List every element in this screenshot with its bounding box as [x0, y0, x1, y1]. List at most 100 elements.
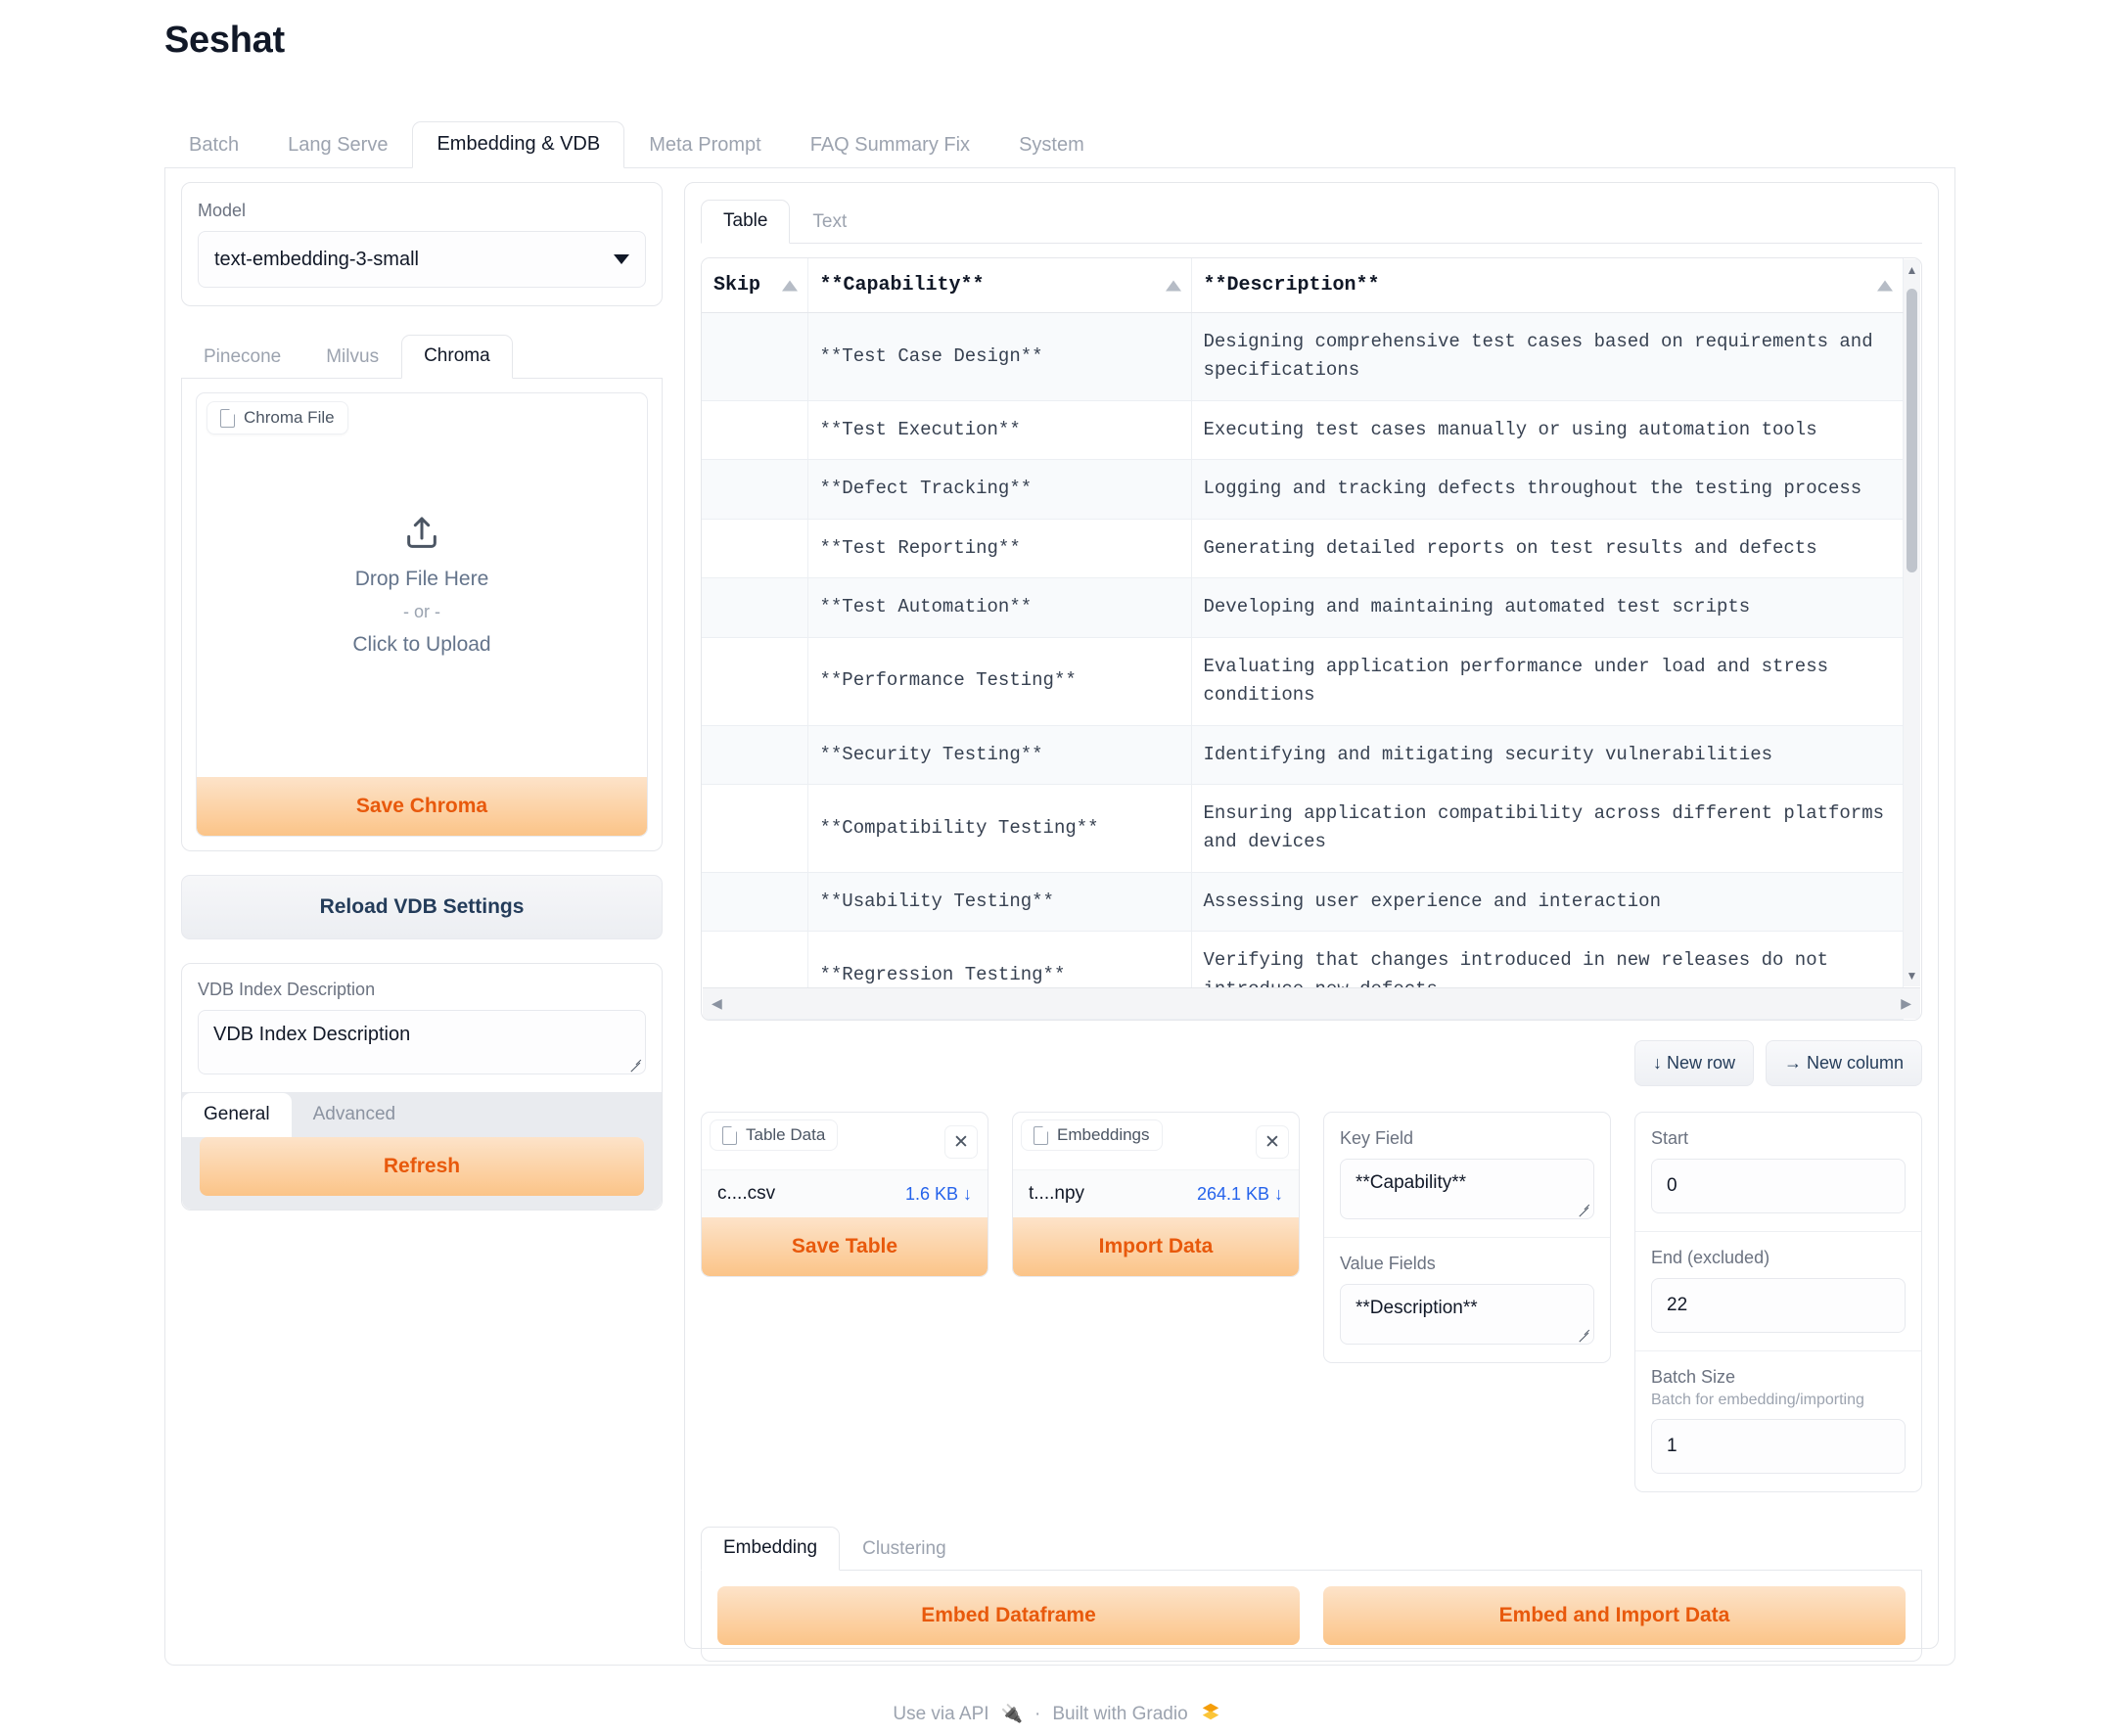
chroma-file-upload[interactable]: Chroma File Drop File Here - or - Click …	[196, 392, 648, 837]
table-horizontal-scrollbar[interactable]: ◀ ▶	[703, 987, 1920, 1020]
key-field-input[interactable]: **Capability**	[1340, 1159, 1594, 1220]
end-label: End (excluded)	[1651, 1248, 1770, 1268]
scroll-right-icon[interactable]: ▶	[1901, 995, 1911, 1012]
table-row[interactable]: **Test Execution** Executing test cases …	[702, 400, 1904, 461]
tab-text[interactable]: Text	[790, 201, 869, 244]
table-row[interactable]: **Compatibility Testing** Ensuring appli…	[702, 784, 1904, 873]
tab-embedding-vdb[interactable]: Embedding & VDB	[412, 121, 625, 168]
sort-ascending-icon[interactable]	[1165, 280, 1181, 291]
table-row[interactable]: **Defect Tracking** Logging and tracking…	[702, 459, 1904, 520]
table-vertical-scrollbar[interactable]: ▲ ▼	[1904, 259, 1920, 987]
column-header-capability[interactable]: **Capability**	[807, 258, 1192, 313]
table-data-close-button[interactable]: ✕	[944, 1125, 978, 1160]
click-to-upload-text[interactable]: Click to Upload	[352, 633, 490, 657]
scroll-up-icon[interactable]: ▲	[1907, 259, 1918, 281]
cell-capability[interactable]: **Security Testing**	[807, 725, 1192, 785]
refresh-button[interactable]: Refresh	[200, 1137, 644, 1196]
embeddings-close-button[interactable]: ✕	[1256, 1125, 1289, 1160]
import-data-button[interactable]: Import Data	[1013, 1217, 1299, 1277]
table-row[interactable]: **Test Automation** Developing and maint…	[702, 577, 1904, 638]
column-header-skip[interactable]: Skip	[702, 258, 808, 313]
value-fields-input[interactable]: **Description**	[1340, 1284, 1594, 1346]
embeddings-filesize[interactable]: 264.1 KB ↓	[1197, 1184, 1283, 1205]
reload-vdb-settings-button[interactable]: Reload VDB Settings	[181, 875, 663, 939]
cell-description[interactable]: Assessing user experience and interactio…	[1191, 872, 1904, 933]
cell-description[interactable]: Identifying and mitigating security vuln…	[1191, 725, 1904, 785]
tab-milvus[interactable]: Milvus	[303, 336, 401, 379]
table-data-filesize[interactable]: 1.6 KB ↓	[905, 1184, 972, 1205]
cell-skip[interactable]	[702, 725, 808, 785]
cell-skip[interactable]	[702, 400, 808, 461]
cell-capability[interactable]: **Usability Testing**	[807, 872, 1192, 933]
sort-ascending-icon[interactable]	[781, 280, 798, 291]
tab-chroma[interactable]: Chroma	[401, 335, 513, 379]
model-select[interactable]: text-embedding-3-small	[198, 231, 646, 288]
column-header-description[interactable]: **Description**	[1191, 258, 1904, 313]
table-body: **Test Case Design** Designing comprehen…	[702, 312, 1904, 1021]
bottom-section: Embedding Clustering Embed Dataframe Emb…	[701, 1526, 1922, 1663]
cell-skip[interactable]	[702, 637, 808, 726]
cell-description[interactable]: Logging and tracking defects throughout …	[1191, 459, 1904, 520]
tab-embedding[interactable]: Embedding	[701, 1527, 841, 1572]
scrollbar-thumb[interactable]	[1907, 289, 1917, 572]
cell-capability[interactable]: **Defect Tracking**	[807, 459, 1192, 520]
cell-capability[interactable]: **Compatibility Testing**	[807, 784, 1192, 873]
start-input[interactable]: 0	[1651, 1159, 1906, 1214]
embed-and-import-data-button[interactable]: Embed and Import Data	[1323, 1586, 1906, 1646]
cell-description[interactable]: Generating detailed reports on test resu…	[1191, 519, 1904, 579]
cell-skip[interactable]	[702, 459, 808, 520]
cell-skip[interactable]	[702, 519, 808, 579]
table-data-file-row[interactable]: c....csv 1.6 KB ↓	[702, 1169, 988, 1218]
cell-skip[interactable]	[702, 312, 808, 401]
batch-size-hint: Batch for embedding/importing	[1651, 1392, 1864, 1409]
cell-description[interactable]: Developing and maintaining automated tes…	[1191, 577, 1904, 638]
embeddings-file-row[interactable]: t....npy 264.1 KB ↓	[1013, 1169, 1299, 1218]
save-chroma-button[interactable]: Save Chroma	[197, 777, 647, 836]
tab-system[interactable]: System	[994, 122, 1109, 168]
new-column-button[interactable]: → New column	[1765, 1040, 1922, 1087]
built-with-gradio-link[interactable]: Built with Gradio	[1052, 1704, 1187, 1725]
cell-skip[interactable]	[702, 872, 808, 933]
tab-lang-serve[interactable]: Lang Serve	[263, 122, 412, 168]
cell-description[interactable]: Evaluating application performance under…	[1191, 637, 1904, 726]
sort-ascending-icon[interactable]	[1877, 280, 1893, 291]
tab-pinecone[interactable]: Pinecone	[181, 336, 303, 379]
cell-description[interactable]: Designing comprehensive test cases based…	[1191, 312, 1904, 401]
tab-table[interactable]: Table	[701, 200, 791, 244]
table-row[interactable]: **Test Reporting** Generating detailed r…	[702, 519, 1904, 579]
save-table-button[interactable]: Save Table	[702, 1217, 988, 1277]
cell-capability[interactable]: **Performance Testing**	[807, 637, 1192, 726]
cell-skip[interactable]	[702, 577, 808, 638]
table-row[interactable]: **Security Testing** Identifying and mit…	[702, 725, 1904, 785]
tab-clustering[interactable]: Clustering	[840, 1528, 969, 1571]
batch-size-label: Batch Size	[1651, 1367, 1736, 1388]
cell-capability[interactable]: **Test Case Design**	[807, 312, 1192, 401]
end-input[interactable]: 22	[1651, 1278, 1906, 1334]
vdb-index-description-input[interactable]: VDB Index Description	[198, 1010, 646, 1074]
table-row[interactable]: **Usability Testing** Assessing user exp…	[702, 872, 1904, 933]
cell-skip[interactable]	[702, 784, 808, 873]
tab-faq-summary-fix[interactable]: FAQ Summary Fix	[786, 122, 994, 168]
table-row[interactable]: **Test Case Design** Designing comprehen…	[702, 312, 1904, 401]
tab-advanced[interactable]: Advanced	[292, 1093, 418, 1137]
tab-batch[interactable]: Batch	[164, 122, 263, 168]
scroll-left-icon[interactable]: ◀	[712, 995, 722, 1012]
new-row-button[interactable]: ↓ New row	[1633, 1040, 1754, 1087]
cell-description[interactable]: Executing test cases manually or using a…	[1191, 400, 1904, 461]
embeddings-label: Embeddings	[1057, 1125, 1150, 1145]
general-panel: Refresh	[182, 1137, 662, 1196]
fields-card: Key Field **Capability** Value Fields **…	[1323, 1112, 1611, 1364]
embed-dataframe-button[interactable]: Embed Dataframe	[717, 1586, 1300, 1646]
main-content: Model text-embedding-3-small Pinecone Mi…	[164, 168, 1955, 1666]
cell-capability[interactable]: **Test Automation**	[807, 577, 1192, 638]
scroll-down-icon[interactable]: ▼	[1907, 965, 1918, 986]
tab-meta-prompt[interactable]: Meta Prompt	[624, 122, 785, 168]
tab-general[interactable]: General	[182, 1093, 292, 1137]
cell-description[interactable]: Ensuring application compatibility acros…	[1191, 784, 1904, 873]
cell-capability[interactable]: **Test Reporting**	[807, 519, 1192, 579]
cell-capability[interactable]: **Test Execution**	[807, 400, 1192, 461]
table-row[interactable]: **Performance Testing** Evaluating appli…	[702, 637, 1904, 726]
batch-size-input[interactable]: 1	[1651, 1419, 1906, 1475]
use-via-api-link[interactable]: Use via API	[893, 1704, 988, 1725]
drop-zone[interactable]: Drop File Here - or - Click to Upload	[197, 393, 647, 777]
